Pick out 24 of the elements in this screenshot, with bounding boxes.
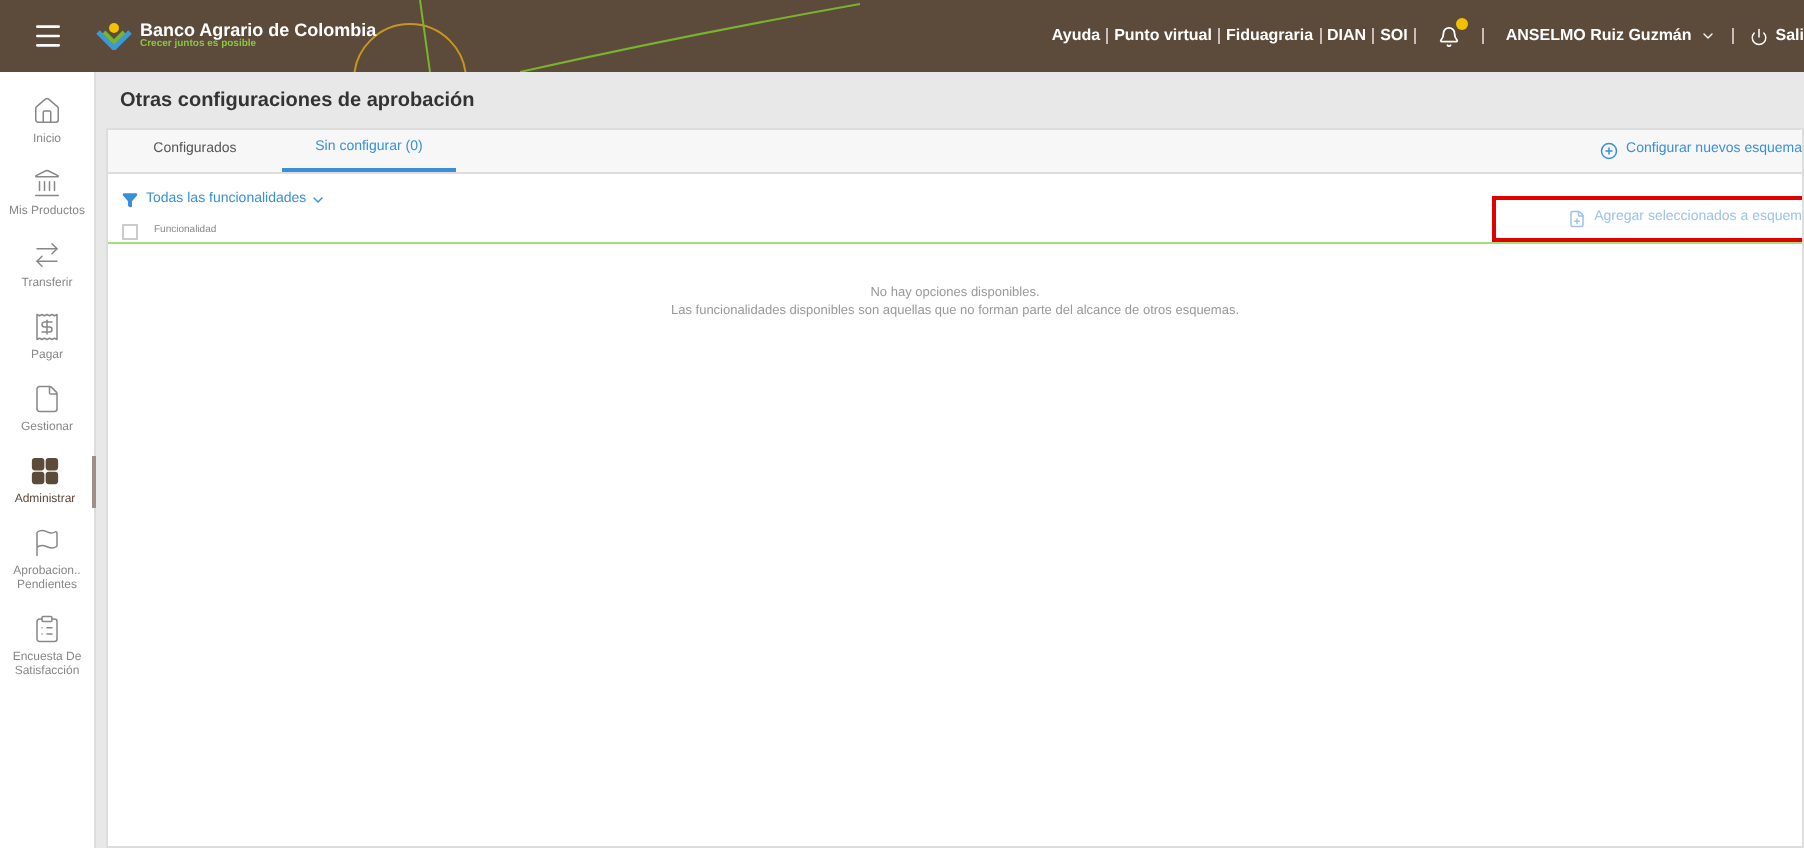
clipboard-icon bbox=[32, 614, 62, 644]
house-icon bbox=[32, 96, 62, 126]
power-icon bbox=[1749, 27, 1768, 45]
chevron-down-icon bbox=[1699, 28, 1716, 44]
page-title: Otras configuraciones de aprobación bbox=[118, 87, 477, 115]
select-all-checkbox[interactable] bbox=[122, 223, 138, 239]
header-link[interactable]: Punto virtual bbox=[1114, 24, 1212, 48]
document-plus-icon bbox=[1568, 210, 1587, 228]
header-link[interactable]: SOI bbox=[1380, 24, 1408, 48]
grid-icon bbox=[30, 456, 60, 486]
brand-name: Banco Agrario de Colombia bbox=[140, 22, 377, 40]
arrows-icon bbox=[32, 240, 62, 270]
document-icon bbox=[32, 384, 62, 414]
receipt-icon bbox=[32, 312, 62, 342]
filter-icon bbox=[122, 192, 138, 209]
bank-icon bbox=[32, 168, 62, 198]
plus-circle-icon bbox=[1600, 142, 1619, 160]
flag-icon bbox=[32, 528, 62, 558]
logout-link[interactable]: Sali bbox=[1775, 24, 1804, 48]
header-link[interactable]: Ayuda bbox=[1051, 24, 1101, 48]
header-link[interactable]: Fiduagraria bbox=[1225, 24, 1314, 48]
header-link[interactable]: DIAN bbox=[1327, 24, 1367, 48]
logo-icon bbox=[96, 22, 132, 50]
user-menu[interactable]: ANSELMO Ruiz Guzmán bbox=[1505, 24, 1716, 48]
